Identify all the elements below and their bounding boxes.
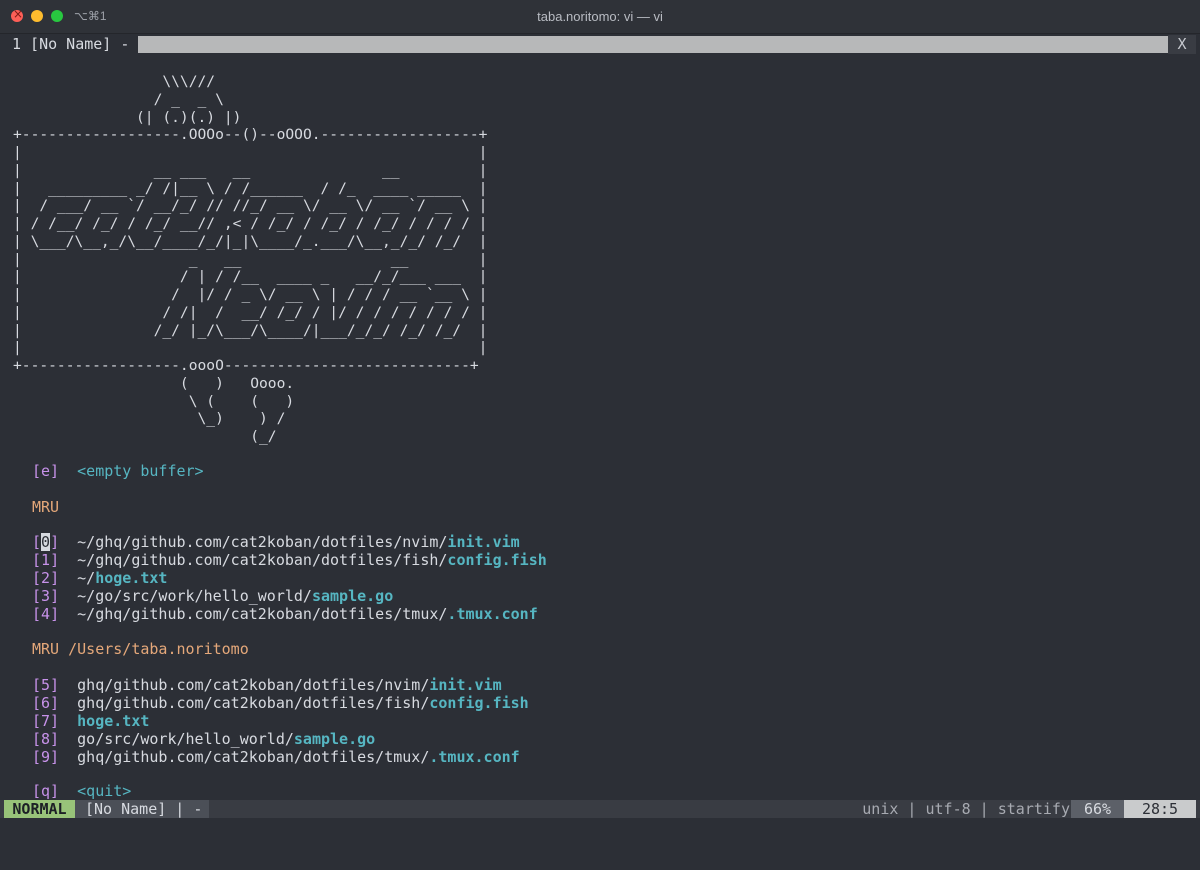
entry-label: <empty buffer> xyxy=(77,462,204,480)
mru-header: MRU xyxy=(32,498,60,516)
entry-file: sample.go xyxy=(293,730,376,748)
entry-dir: ~/ xyxy=(77,569,96,587)
entry-dir: ghq/github.com/cat2koban/dotfiles/nvim/ xyxy=(77,676,430,694)
window-title: taba.noritomo: vi — vi xyxy=(537,9,663,24)
entry-key: [3] xyxy=(32,587,60,605)
entry-key: [1] xyxy=(32,551,60,569)
entry-file: .tmux.conf xyxy=(447,605,538,623)
entry-file: init.vim xyxy=(429,676,502,694)
empty-buffer-entry[interactable]: [e] <empty buffer> xyxy=(32,462,204,480)
scroll-percent: 66% xyxy=(1071,800,1124,818)
entry-key: [2] xyxy=(32,569,60,587)
vim-statusline: NORMAL [No Name] | - unix | utf-8 | star… xyxy=(0,800,1200,818)
file-info: unix | utf-8 | startify xyxy=(862,800,1070,818)
entry-key: [7] xyxy=(32,712,60,730)
entry-key: [q] xyxy=(32,782,60,800)
startify-ascii-header: \\\/// / _ _ \ (| (.)(.) |) +-----------… xyxy=(13,73,488,445)
entry-dir: ~/ghq/github.com/cat2koban/dotfiles/fish… xyxy=(77,551,448,569)
entry-file: .tmux.conf xyxy=(429,748,520,766)
entry-file: hoge.txt xyxy=(77,712,150,730)
entry-key: [8] xyxy=(32,730,60,748)
entry-dir: ~/go/src/work/hello_world/ xyxy=(77,587,312,605)
tab-close-button[interactable]: X xyxy=(1168,35,1196,54)
entry-label: <quit> xyxy=(77,782,132,800)
mode-indicator: NORMAL xyxy=(4,800,75,818)
mru-item[interactable]: [1] ~/ghq/github.com/cat2koban/dotfiles/… xyxy=(32,551,547,569)
entry-dir: ~/ghq/github.com/cat2koban/dotfiles/nvim… xyxy=(77,533,448,551)
mru-dir-item[interactable]: [6] ghq/github.com/cat2koban/dotfiles/fi… xyxy=(32,694,529,712)
entry-key: [4] xyxy=(32,605,60,623)
entry-dir: go/src/work/hello_world/ xyxy=(77,730,294,748)
entry-dir: ghq/github.com/cat2koban/dotfiles/fish/ xyxy=(77,694,430,712)
entry-key: [5] xyxy=(32,676,60,694)
mru-item[interactable]: [3] ~/go/src/work/hello_world/sample.go xyxy=(32,587,393,605)
mru-dir-item[interactable]: [5] ghq/github.com/cat2koban/dotfiles/nv… xyxy=(32,676,502,694)
tabline-fill xyxy=(138,36,1168,53)
mru-dir-header: MRU /Users/taba.noritomo xyxy=(32,640,249,658)
entry-dir: ~/ghq/github.com/cat2koban/dotfiles/tmux… xyxy=(77,605,448,623)
mru-dir-item[interactable]: [7] hoge.txt xyxy=(32,712,149,730)
entry-file: config.fish xyxy=(447,551,547,569)
cursor-position: 28:5 xyxy=(1124,800,1196,818)
tab-no-name[interactable]: 1 [No Name] - xyxy=(4,35,138,54)
entry-file: config.fish xyxy=(429,694,529,712)
mru-item[interactable]: [4] ~/ghq/github.com/cat2koban/dotfiles/… xyxy=(32,605,538,623)
buffer-name: [No Name] | - xyxy=(75,800,209,818)
entry-key: [9] xyxy=(32,748,60,766)
entry-file: sample.go xyxy=(311,587,394,605)
editor-area[interactable]: \\\/// / _ _ \ (| (.)(.) |) +-----------… xyxy=(0,55,1200,800)
cursor: 0 xyxy=(41,533,51,551)
mru-item[interactable]: [2] ~/hoge.txt xyxy=(32,569,167,587)
entry-file: init.vim xyxy=(447,533,520,551)
mru-dir-item[interactable]: [9] ghq/github.com/cat2koban/dotfiles/tm… xyxy=(32,748,520,766)
mru-item[interactable]: [0] ~/ghq/github.com/cat2koban/dotfiles/… xyxy=(32,533,520,551)
window-titlebar: ⌥⌘1 taba.noritomo: vi — vi xyxy=(0,0,1200,34)
entry-key: [6] xyxy=(32,694,60,712)
quit-entry[interactable]: [q] <quit> xyxy=(32,782,131,800)
entry-key: [e] xyxy=(32,462,60,480)
entry-dir: ghq/github.com/cat2koban/dotfiles/tmux/ xyxy=(77,748,430,766)
vim-tabline: 1 [No Name] - X xyxy=(0,35,1200,54)
mru-dir-item[interactable]: [8] go/src/work/hello_world/sample.go xyxy=(32,730,375,748)
entry-file: hoge.txt xyxy=(95,569,168,587)
entry-key: [0] xyxy=(32,533,60,551)
